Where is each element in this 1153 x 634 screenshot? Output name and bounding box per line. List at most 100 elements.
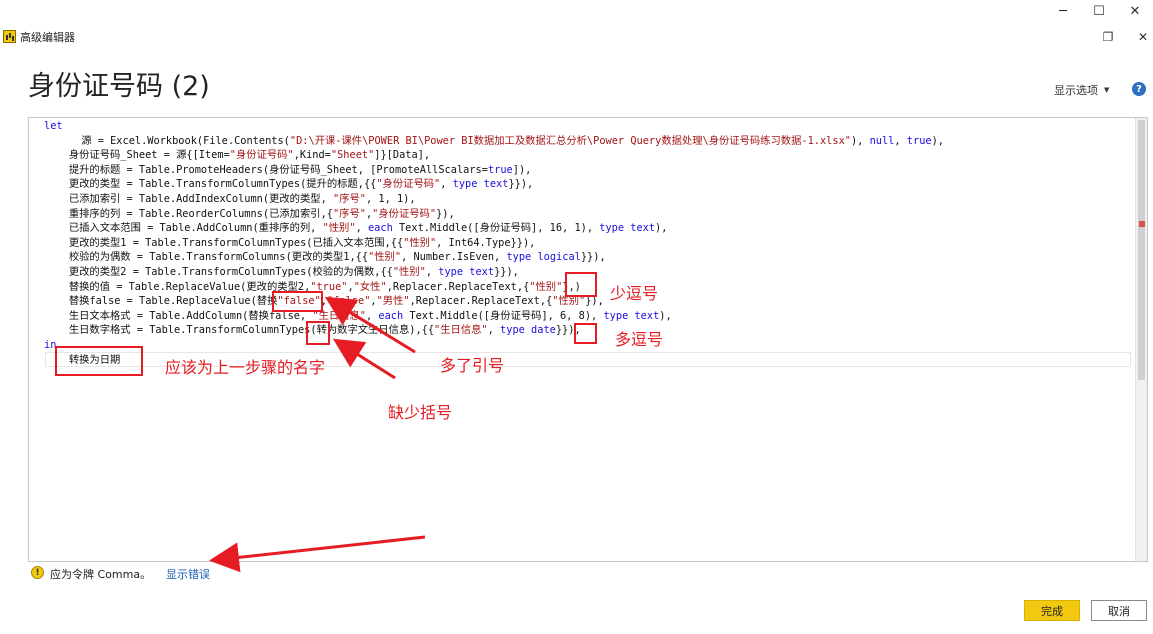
code-line: 更改的类型2 = Table.TransformColumnTypes(校验的为… <box>44 265 944 280</box>
code-line: 身份证号码_Sheet = 源{[Item="身份证号码",Kind="Shee… <box>44 148 944 163</box>
code-text: Text.Middle([身份证号码], 16, 1), <box>392 222 600 235</box>
code-text: 已插入文本范围 = Table.AddColumn(重排序的列, <box>68 222 323 235</box>
code-line: 已添加索引 = Table.AddIndexColumn(更改的类型, "序号"… <box>44 192 944 207</box>
code-text: }}), <box>494 265 519 278</box>
extra-comma-box <box>574 323 597 344</box>
code-text: }), <box>436 207 455 220</box>
editor-scrollbar[interactable] <box>1135 118 1147 561</box>
code-line: 替换false = Table.ReplaceValue(替换"false","… <box>44 294 944 309</box>
code-string: "性别" <box>368 251 402 264</box>
display-options-dropdown[interactable]: 显示选项 ▼ <box>1054 82 1109 98</box>
code-text: 提升的标题 = Table.PromoteHeaders(身份证号码_Sheet… <box>68 163 488 176</box>
code-line: 提升的标题 = Table.PromoteHeaders(身份证号码_Sheet… <box>44 163 944 178</box>
code-text: 身份证号码_Sheet = 源{[Item= <box>68 149 230 162</box>
code-text: , <box>365 309 379 322</box>
code-text: 替换false = Table.ReplaceValue(替换 <box>68 295 278 308</box>
code-line: 更改的类型1 = Table.TransformColumnTypes(已插入文… <box>44 236 944 251</box>
code-text: , 1, 1), <box>365 192 416 205</box>
code-keyword: null <box>869 134 895 147</box>
close-dialog-button[interactable]: ✕ <box>1131 28 1153 46</box>
close-icon: ✕ <box>1137 30 1149 44</box>
code-text: 校验的为偶数 = Table.TransformColumns(更改的类型1,{… <box>68 251 369 264</box>
annotation-extra-quote: 多了引号 <box>440 356 505 375</box>
code-text: 更改的类型 = Table.TransformColumnTypes(提升的标题… <box>68 178 377 191</box>
step-name-box <box>55 346 143 376</box>
code-string: "false" <box>327 295 371 308</box>
missing-comma-box <box>565 272 597 297</box>
code-string: "性别" <box>403 236 437 249</box>
code-string: "女性" <box>353 280 387 293</box>
minimize-button[interactable]: ─ <box>1045 0 1081 22</box>
error-marker <box>1139 221 1145 227</box>
dialog-titlebar: 高级编辑器 ❐ ✕ <box>0 26 1153 48</box>
help-icon[interactable]: ? <box>1132 82 1146 96</box>
code-line: 已插入文本范围 = Table.AddColumn(重排序的列, "性别", e… <box>44 221 944 236</box>
missing-paren-box <box>306 321 330 345</box>
code-text: ]), <box>512 163 532 176</box>
code-string: "D:\开课-课件\POWER BI\Power BI数据加工及数据汇总分析\P… <box>289 134 851 147</box>
code-text: ), <box>931 134 945 147</box>
code-text: ), <box>659 309 672 322</box>
code-keyword: each <box>367 222 393 235</box>
code-line: 校验的为偶数 = Table.TransformColumns(更改的类型1,{… <box>44 250 944 265</box>
code-text: ), <box>850 134 870 147</box>
code-text: , <box>894 134 907 147</box>
code-text: , <box>487 324 501 337</box>
code-text: , Int64.Type}}), <box>436 236 536 249</box>
close-icon: ✕ <box>1129 3 1141 19</box>
code-keyword: true <box>487 163 513 176</box>
code-keyword: true <box>906 134 932 147</box>
code-string: "性别" <box>322 222 356 235</box>
code-string: "序号" <box>332 192 366 205</box>
annotation-step-name: 应该为上一步骤的名字 <box>165 358 326 377</box>
warning-icon: ! <box>31 566 44 579</box>
code-string: "身份证号码" <box>372 207 437 220</box>
restore-button[interactable]: ❐ <box>1096 28 1120 46</box>
code-text: ), <box>655 222 668 235</box>
code-string: "Sheet" <box>330 149 375 162</box>
restore-icon: ❐ <box>1102 30 1114 44</box>
caret-down-icon: ▼ <box>1104 86 1110 94</box>
code-keyword: let <box>44 120 63 132</box>
error-message: 应为令牌 Comma。 <box>50 568 152 581</box>
code-string: "男性" <box>376 295 410 308</box>
close-window-button[interactable]: ✕ <box>1117 0 1153 22</box>
scroll-thumb[interactable] <box>1138 120 1145 380</box>
extra-quote-box <box>272 291 323 312</box>
code-line: 源 = Excel.Workbook(File.Contents("D:\开课-… <box>44 134 944 149</box>
code-text: Text.Middle([身份证号码], 6, 8), <box>403 309 604 322</box>
code-line: 替换的值 = Table.ReplaceValue(更改的类型2,"true",… <box>44 280 944 295</box>
code-string: "身份证号码" <box>229 149 294 162</box>
code-line: let <box>44 119 944 134</box>
maximize-icon: ☐ <box>1093 3 1105 19</box>
code-text: 更改的类型1 = Table.TransformColumnTypes(已插入文… <box>68 236 404 249</box>
code-text: }}), <box>580 251 606 264</box>
show-error-link[interactable]: 显示错误 <box>166 566 210 582</box>
code-text: , <box>425 265 439 278</box>
code-line: 重排序的列 = Table.ReorderColumns(已添加索引,{"序号"… <box>44 207 944 222</box>
code-keyword: type date <box>500 324 556 337</box>
query-name-title: 身份证号码 (2) <box>28 71 210 102</box>
maximize-button[interactable]: ☐ <box>1081 0 1117 22</box>
code-text: , Number.IsEven, <box>401 251 507 264</box>
code-text: 已添加索引 = Table.AddIndexColumn(更改的类型, <box>68 192 333 205</box>
code-line: 生日文本格式 = Table.AddColumn(替换false, "生日信息"… <box>44 309 944 324</box>
code-text: , <box>440 178 453 191</box>
code-text: ,Kind= <box>293 149 331 162</box>
code-line: 生日数字格式 = Table.TransformColumnTypes(转为数字… <box>44 323 944 338</box>
code-keyword: type logical <box>506 251 581 264</box>
done-button[interactable]: 完成 <box>1024 600 1080 621</box>
cancel-button[interactable]: 取消 <box>1091 600 1147 621</box>
code-string: "性别" <box>529 280 563 293</box>
code-text: ,Replacer.ReplaceText,{ <box>386 280 530 293</box>
code-string: "序号" <box>332 207 366 220</box>
code-keyword: type text <box>599 222 656 235</box>
code-lines: let 源 = Excel.Workbook(File.Contents("D:… <box>44 119 944 367</box>
annotation-missing-paren: 缺少括号 <box>388 403 453 422</box>
code-string: "身份证号码" <box>376 178 441 191</box>
code-text: 源 = Excel.Workbook(File.Contents( <box>81 134 290 147</box>
code-text: 更改的类型2 = Table.TransformColumnTypes(校验的为… <box>68 265 393 278</box>
code-text: , <box>355 222 368 235</box>
code-string: "生日信息" <box>434 324 488 337</box>
code-text: ,Replacer.ReplaceText,{ <box>409 295 553 308</box>
